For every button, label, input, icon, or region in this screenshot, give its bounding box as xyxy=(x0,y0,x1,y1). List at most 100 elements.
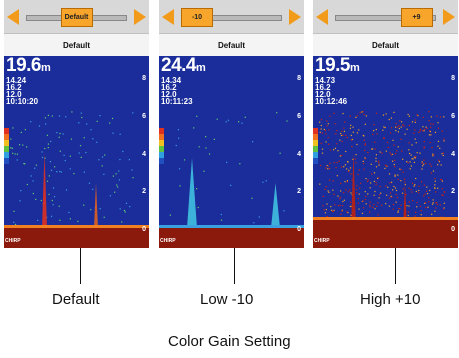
gain-slider-thumb[interactable]: -10 xyxy=(181,8,213,27)
sonar-return xyxy=(411,182,414,184)
sonar-return xyxy=(286,120,288,122)
sonar-return xyxy=(339,204,341,207)
sonar-return xyxy=(355,188,357,191)
color-legend-swatch xyxy=(4,152,9,158)
sonar-return xyxy=(431,146,433,149)
sonar-return xyxy=(412,199,414,202)
sonar-return xyxy=(336,175,338,177)
sonar-return xyxy=(441,130,443,132)
sonar-return xyxy=(423,146,425,148)
bottom-edge xyxy=(159,225,304,228)
sonar-return xyxy=(402,171,404,173)
decrease-arrow-icon[interactable] xyxy=(7,9,19,25)
sonar-return xyxy=(357,202,359,204)
clock-readout: 10:12:46 xyxy=(315,97,348,106)
sonar-return xyxy=(388,173,391,175)
sonar-return xyxy=(434,131,437,133)
sonar-return xyxy=(342,200,344,203)
sonar-return xyxy=(377,214,379,216)
sonar-return xyxy=(363,113,365,116)
sonar-return xyxy=(197,206,199,209)
sonar-return xyxy=(175,144,177,147)
sonar-return xyxy=(47,114,50,117)
sonar-return xyxy=(414,129,416,131)
sonar-return xyxy=(356,143,358,146)
sonar-return xyxy=(238,121,240,123)
sonar-return xyxy=(329,167,331,170)
sonar-return xyxy=(203,170,205,172)
sonar-return xyxy=(390,195,392,197)
sonar-return xyxy=(421,165,424,167)
increase-arrow-icon[interactable] xyxy=(443,9,455,25)
sonar-return xyxy=(325,133,327,135)
sonar-return xyxy=(339,196,341,199)
sonar-return xyxy=(104,154,106,156)
gain-slider-thumb[interactable]: Default xyxy=(60,8,93,27)
sonar-return xyxy=(321,152,324,154)
sonar-return xyxy=(414,184,416,186)
sonar-return xyxy=(404,181,406,183)
sonar-return xyxy=(402,158,404,160)
sonar-return xyxy=(374,141,376,143)
sonar-return xyxy=(379,151,381,153)
sonar-return xyxy=(388,197,390,199)
sonar-return xyxy=(330,209,333,211)
sonar-return xyxy=(373,124,375,126)
sonar-return xyxy=(346,181,348,183)
sonar-return xyxy=(333,112,335,114)
sonar-return xyxy=(213,138,215,140)
sonar-return xyxy=(44,147,46,150)
sonar-return xyxy=(339,190,342,192)
sonar-return xyxy=(321,132,323,134)
sonar-return xyxy=(119,133,121,135)
sonar-return xyxy=(442,152,444,154)
sonar-return xyxy=(45,123,47,125)
sonar-return xyxy=(439,116,442,118)
chirp-label: CHIRP xyxy=(5,238,21,244)
sonar-panel-low: -10 Default 24.4m 14.34 16.2 12.0 10:11:… xyxy=(159,0,304,248)
sonar-return xyxy=(403,125,405,127)
sonar-return xyxy=(397,146,399,148)
color-legend-swatch xyxy=(4,146,9,152)
sonar-return xyxy=(435,191,437,193)
sonar-return xyxy=(40,199,42,202)
sonar-return xyxy=(65,116,67,118)
sonar-return xyxy=(396,126,399,128)
sonar-return xyxy=(399,168,401,170)
sonar-return xyxy=(325,167,327,169)
sonar-return xyxy=(178,137,180,139)
sonar-return xyxy=(337,150,339,152)
increase-arrow-icon[interactable] xyxy=(134,9,146,25)
sonar-return xyxy=(208,153,211,155)
sonar-return xyxy=(406,205,408,207)
depth-scale-label: 2 xyxy=(142,188,146,195)
sonar-return xyxy=(426,127,428,129)
gain-slider-thumb[interactable]: +9 xyxy=(400,8,433,27)
sonar-return xyxy=(371,148,373,150)
sonar-return xyxy=(92,188,94,190)
decrease-arrow-icon[interactable] xyxy=(316,9,328,25)
sonar-return xyxy=(436,203,439,206)
decrease-arrow-icon[interactable] xyxy=(162,9,174,25)
sonar-return xyxy=(58,205,60,207)
sonar-return xyxy=(389,132,392,134)
sonar-return xyxy=(418,185,420,187)
sonar-return xyxy=(419,205,421,208)
sonar-return xyxy=(374,190,376,193)
sonar-return xyxy=(432,153,434,155)
increase-arrow-icon[interactable] xyxy=(289,9,301,25)
sonar-return xyxy=(395,194,397,196)
sonar-return xyxy=(418,189,420,192)
sonar-return xyxy=(12,127,14,129)
sonar-return xyxy=(258,216,260,218)
sonar-return xyxy=(367,193,369,195)
sonar-return xyxy=(325,208,327,211)
sonar-return xyxy=(390,154,392,156)
sonar-return xyxy=(432,170,435,172)
sonar-return xyxy=(279,152,281,154)
sonar-return xyxy=(421,161,423,163)
sonar-return xyxy=(387,146,389,149)
sonar-return xyxy=(283,210,285,212)
sonar-return xyxy=(88,182,91,184)
color-legend-swatch xyxy=(159,146,164,152)
